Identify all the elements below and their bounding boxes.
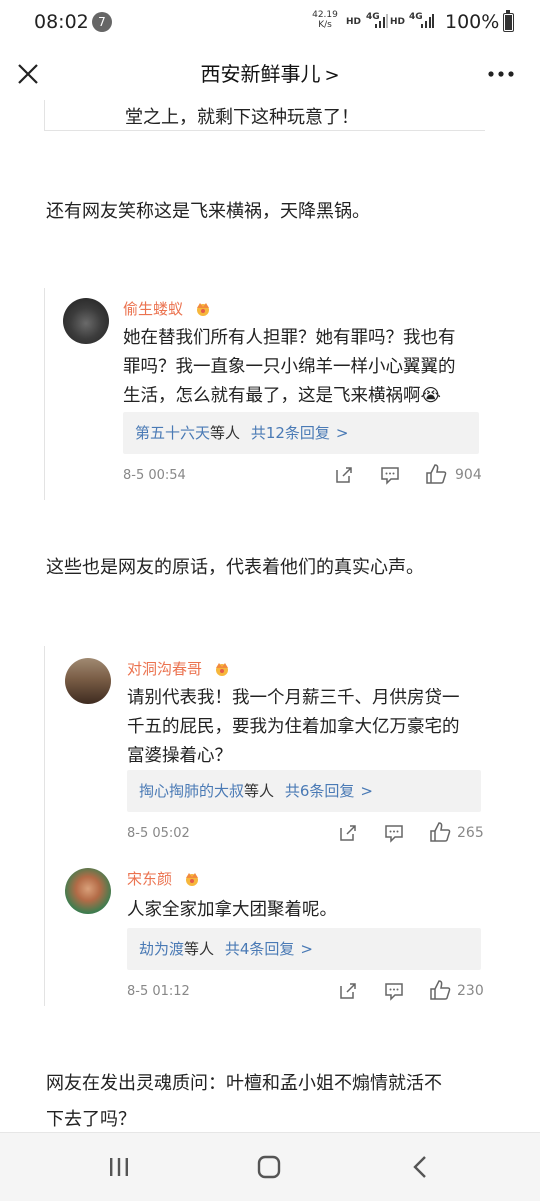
comment-card-1: 偷生蝼蚁 她在替我们所有人担罪？她有罪吗？我也有 罪吗？我一直象一只小绵羊一样小…	[44, 288, 499, 500]
hd-label-2: HD	[390, 17, 406, 27]
comment-time: 8-5 00:54	[123, 468, 186, 483]
comment-username[interactable]: 宋东颜	[127, 868, 201, 889]
comment-icon[interactable]	[383, 822, 405, 844]
like-count: 265	[457, 825, 484, 841]
like-count: 904	[455, 467, 482, 483]
status-time: 08:02	[34, 11, 89, 33]
replies-box[interactable]: 劫为渡等人 共4条回复 >	[127, 928, 481, 970]
home-icon[interactable]	[254, 1153, 284, 1181]
share-icon[interactable]	[333, 464, 355, 486]
comment-username[interactable]: 偷生蝼蚁	[123, 298, 212, 319]
comment-time: 8-5 01:12	[127, 984, 190, 999]
comment-card-2: 对洞沟春哥 请别代表我！我一个月薪三千、月供房贷一 千五的屁民，要我为住着加拿大…	[44, 646, 499, 1006]
share-icon[interactable]	[337, 980, 359, 1002]
signal-icon-2	[421, 14, 434, 28]
notification-badge: 7	[92, 12, 112, 32]
recent-apps-icon[interactable]	[104, 1153, 134, 1181]
crown-icon	[215, 663, 228, 676]
like-icon[interactable]	[425, 463, 447, 485]
quote-card-fragment: 堂之上，就剩下这种玩意了！	[44, 100, 485, 131]
replies-box[interactable]: 第五十六天等人 共12条回复 >	[123, 412, 479, 454]
comment-icon[interactable]	[383, 980, 405, 1002]
page-title[interactable]: 西安新鲜事儿 >	[0, 58, 540, 87]
system-nav-bar	[0, 1132, 540, 1201]
paragraph-2: 这些也是网友的原话，代表着他们的真实心声。	[46, 557, 424, 578]
reply-count-link[interactable]: 共4条回复	[225, 940, 295, 958]
battery-percent: 100%	[445, 11, 500, 33]
reply-count-link[interactable]: 共6条回复	[285, 782, 355, 800]
comment-text: 人家全家加拿大团聚着呢。	[127, 900, 337, 920]
paragraph-1: 还有网友笑称这是飞来横祸，天降黑锅。	[46, 201, 370, 222]
signal-icon	[375, 14, 388, 28]
avatar[interactable]	[65, 658, 111, 704]
share-icon[interactable]	[337, 822, 359, 844]
reply-user-link[interactable]: 第五十六天	[135, 424, 210, 442]
comment-text: 她在替我们所有人担罪？她有罪吗？我也有 罪吗？我一直象一只小绵羊一样小心翼翼的 …	[123, 328, 456, 406]
article-content[interactable]: 堂之上，就剩下这种玩意了！ 还有网友笑称这是飞来横祸，天降黑锅。 偷生蝼蚁 她在…	[0, 100, 540, 1132]
back-icon[interactable]	[406, 1153, 436, 1181]
account-name[interactable]: 西安新鲜事儿	[200, 62, 320, 86]
like-icon[interactable]	[429, 821, 451, 843]
chevron-right-icon: >	[324, 65, 340, 86]
reply-user-link[interactable]: 劫为渡	[139, 940, 184, 958]
reply-user-link[interactable]: 掏心掏肺的大叔	[139, 782, 244, 800]
more-dots-icon[interactable]	[486, 62, 516, 86]
paragraph-3: 网友在发出灵魂质问：叶檀和孟小姐不煽情就活不 下去了吗？	[46, 1073, 442, 1130]
battery-icon	[503, 10, 514, 32]
hd-label: HD	[346, 17, 362, 27]
comment-time: 8-5 05:02	[127, 826, 190, 841]
like-count: 230	[457, 983, 484, 999]
reply-count-link[interactable]: 共12条回复	[251, 424, 330, 442]
net-speed: 42.19 K/s	[312, 10, 338, 30]
crown-icon	[196, 303, 209, 316]
nav-bar: 西安新鲜事儿 >	[0, 46, 540, 100]
replies-box[interactable]: 掏心掏肺的大叔等人 共6条回复 >	[127, 770, 481, 812]
chevron-right-icon: >	[335, 424, 349, 442]
quote-fragment-text: 堂之上，就剩下这种玩意了！	[125, 107, 359, 128]
like-icon[interactable]	[429, 979, 451, 1001]
comment-text: 请别代表我！我一个月薪三千、月供房贷一 千五的屁民，要我为住着加拿大亿万豪宅的 …	[127, 688, 460, 766]
crown-icon	[185, 873, 198, 886]
comment-icon[interactable]	[379, 464, 401, 486]
comment-username[interactable]: 对洞沟春哥	[127, 658, 231, 679]
status-bar: 08:02 7 42.19 K/s HD 4G HD 4G 100%	[0, 0, 540, 46]
chevron-right-icon: >	[300, 940, 313, 958]
chevron-right-icon: >	[360, 782, 373, 800]
avatar[interactable]	[63, 298, 109, 344]
avatar[interactable]	[65, 868, 111, 914]
